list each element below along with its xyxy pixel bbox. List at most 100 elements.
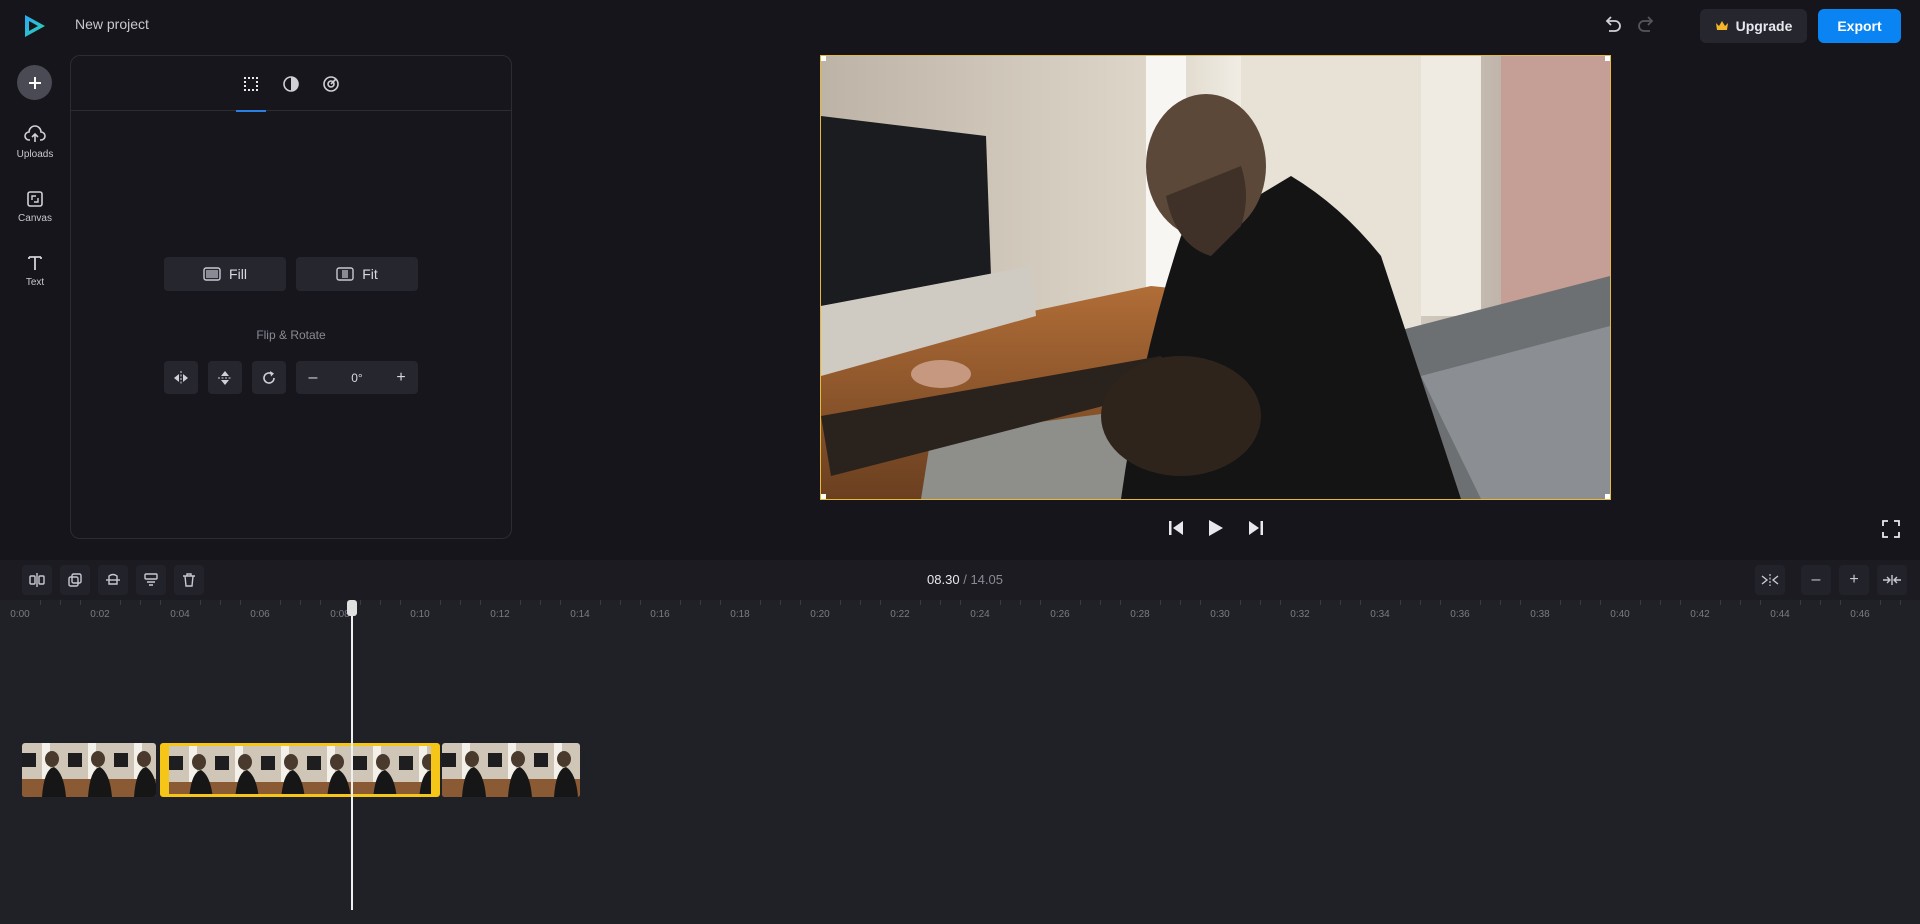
ruler-minor-tick — [1800, 600, 1801, 605]
ruler-minor-tick — [1340, 600, 1341, 605]
export-button[interactable]: Export — [1818, 9, 1901, 43]
flip-rotate-label: Flip & Rotate — [256, 328, 326, 342]
ruler-minor-tick — [1600, 600, 1601, 605]
skip-back-button[interactable] — [1164, 516, 1188, 540]
sidebar-item-canvas[interactable]: Canvas — [0, 189, 70, 239]
play-button[interactable] — [1203, 516, 1227, 540]
flip-horizontal-button[interactable] — [164, 361, 198, 394]
ruler-minor-tick — [640, 600, 641, 605]
ruler-tick-label: 0:22 — [890, 609, 910, 620]
clip-thumbnail — [114, 743, 156, 797]
ruler-minor-tick — [480, 600, 481, 605]
fit-button[interactable]: Fit — [296, 257, 418, 291]
arrange-button[interactable] — [136, 565, 166, 595]
zoom-out-button[interactable]: – — [1801, 565, 1831, 595]
split-button[interactable] — [22, 565, 52, 595]
ruler-minor-tick — [220, 600, 221, 605]
rotation-increase-button[interactable]: + — [384, 361, 418, 394]
ruler-tick-label: 0:28 — [1130, 609, 1150, 620]
playhead-handle[interactable] — [347, 600, 357, 616]
add-media-button[interactable] — [17, 65, 52, 100]
properties-panel: Fill Fit Flip & Rotate – 0° + — [70, 55, 512, 539]
ruler-minor-tick — [1320, 600, 1321, 605]
collapse-button[interactable] — [1877, 565, 1907, 595]
ruler-tick-label: 0:38 — [1530, 609, 1550, 620]
upload-cloud-icon — [24, 125, 46, 142]
ruler-minor-tick — [860, 600, 861, 605]
sidebar-item-uploads[interactable]: Uploads — [0, 125, 70, 175]
skip-back-icon — [1169, 521, 1183, 535]
ruler-minor-tick — [1000, 600, 1001, 605]
current-time: 08.30 — [927, 572, 960, 587]
video-frame-image — [821, 56, 1610, 499]
ruler-minor-tick — [720, 600, 721, 605]
video-clip-3[interactable] — [442, 743, 580, 797]
resize-handle-top-right[interactable] — [1605, 56, 1610, 61]
ruler-minor-tick — [1420, 600, 1421, 605]
resize-handle-bottom-left[interactable] — [821, 494, 826, 499]
duplicate-button[interactable] — [60, 565, 90, 595]
ruler-minor-tick — [1480, 600, 1481, 605]
ruler-minor-tick — [1560, 600, 1561, 605]
ruler-minor-tick — [1900, 600, 1901, 605]
redo-icon[interactable] — [1635, 13, 1659, 37]
ruler-minor-tick — [160, 600, 161, 605]
zoom-in-button[interactable]: + — [1839, 565, 1869, 595]
ruler-minor-tick — [280, 600, 281, 605]
skip-forward-icon — [1249, 521, 1263, 535]
text-icon — [28, 256, 42, 270]
upgrade-button[interactable]: Upgrade — [1700, 9, 1807, 43]
detach-audio-button[interactable] — [98, 565, 128, 595]
resize-handle-bottom-right[interactable] — [1605, 494, 1610, 499]
align-top-icon — [106, 573, 120, 585]
split-icon — [29, 573, 45, 587]
undo-icon[interactable] — [1600, 13, 1624, 37]
timeline-ruler[interactable]: 0:00 0:02 0:04 0:06 0:08 0:10 0:12 0:14 0:16 0:18… — [0, 600, 1920, 624]
ruler-minor-tick — [460, 600, 461, 605]
ruler-minor-tick — [1720, 600, 1721, 605]
ruler-tick-label: 0:42 — [1690, 609, 1710, 620]
ruler-minor-tick — [520, 600, 521, 605]
ruler-minor-tick — [1100, 600, 1101, 605]
ruler-tick-label: 0:00 — [10, 609, 30, 620]
rotation-decrease-button[interactable]: – — [296, 361, 330, 394]
video-clip-1[interactable] — [22, 743, 156, 797]
ruler-minor-tick — [1400, 600, 1401, 605]
timeline[interactable]: 0:00 0:02 0:04 0:06 0:08 0:10 0:12 0:14 0:16 0:18… — [0, 600, 1920, 924]
total-time: 14.05 — [970, 572, 1003, 587]
fullscreen-icon[interactable] — [1880, 518, 1902, 540]
upgrade-label: Upgrade — [1735, 18, 1793, 34]
tab-speed[interactable] — [316, 70, 346, 98]
video-clip-2-selected[interactable] — [160, 743, 440, 797]
playhead-line[interactable] — [351, 600, 353, 910]
ruler-minor-tick — [920, 600, 921, 605]
fill-icon — [203, 267, 221, 281]
fit-timeline-button[interactable] — [1755, 565, 1785, 595]
fill-button[interactable]: Fill — [164, 257, 286, 291]
rotate-button[interactable] — [252, 361, 286, 394]
skip-forward-button[interactable] — [1244, 516, 1268, 540]
ruler-minor-tick — [620, 600, 621, 605]
delete-button[interactable] — [174, 565, 204, 595]
resize-handle-top-left[interactable] — [821, 56, 826, 61]
plus-icon — [28, 76, 41, 89]
tab-adjust[interactable] — [276, 70, 306, 98]
crop-grid-icon — [244, 77, 258, 91]
flip-horizontal-icon — [174, 370, 188, 385]
tab-crop[interactable] — [236, 70, 266, 112]
sidebar-item-text[interactable]: Text — [0, 253, 70, 303]
sidebar-item-label: Text — [25, 277, 45, 288]
ruler-tick-label: 0:02 — [90, 609, 110, 620]
video-preview[interactable] — [820, 55, 1611, 500]
ruler-minor-tick — [1820, 600, 1821, 605]
ruler-tick-label: 0:18 — [730, 609, 750, 620]
ruler-minor-tick — [1880, 600, 1881, 605]
ruler-minor-tick — [1520, 600, 1521, 605]
app-logo-icon[interactable] — [22, 13, 48, 39]
project-title[interactable]: New project — [75, 16, 149, 32]
panel-tabs — [71, 56, 511, 112]
rotation-value[interactable]: 0° — [330, 361, 384, 394]
flip-vertical-button[interactable] — [208, 361, 242, 394]
ruler-minor-tick — [140, 600, 141, 605]
timecode: 08.30 / 14.05 — [900, 572, 1030, 587]
